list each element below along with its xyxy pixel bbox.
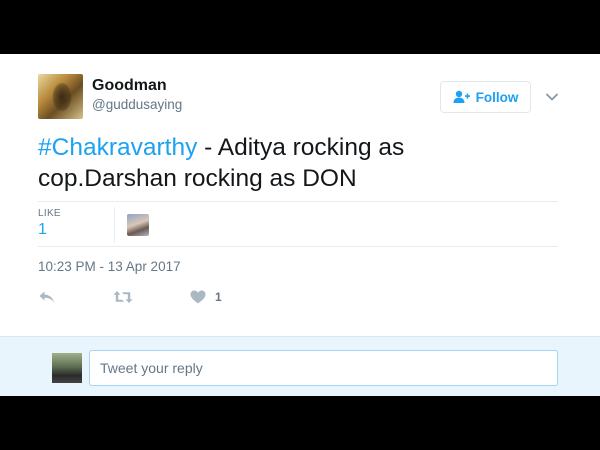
retweet-icon bbox=[113, 290, 133, 304]
screen-name[interactable]: @guddusaying bbox=[92, 97, 182, 112]
tweet-text: #Chakravarthy - Aditya rocking as cop.Da… bbox=[38, 132, 558, 194]
reply-button[interactable] bbox=[38, 287, 56, 307]
heart-icon bbox=[190, 290, 206, 304]
follow-person-plus-icon bbox=[453, 90, 470, 104]
stats-divider bbox=[114, 207, 115, 243]
liker-avatar[interactable] bbox=[127, 214, 149, 236]
reply-bar bbox=[0, 336, 600, 396]
like-count: 1 bbox=[215, 290, 222, 304]
tweet-text-line2: cop.Darshan rocking as DON bbox=[38, 165, 357, 192]
reply-arrow-icon bbox=[38, 290, 56, 304]
follow-button[interactable]: Follow bbox=[440, 81, 531, 113]
chevron-down-icon[interactable] bbox=[545, 89, 559, 101]
tweet-card: Goodman @guddusaying Follow #Chakravarth… bbox=[0, 54, 600, 396]
retweet-button[interactable] bbox=[113, 287, 133, 307]
likes-stat[interactable]: LIKE 1 bbox=[38, 208, 114, 242]
follow-button-label: Follow bbox=[475, 89, 519, 105]
likes-label: LIKE bbox=[38, 208, 61, 219]
current-user-avatar bbox=[52, 353, 82, 383]
like-button[interactable]: 1 bbox=[190, 287, 222, 307]
tweet-stats: LIKE 1 bbox=[38, 201, 558, 247]
tweet-text-line1: - Aditya rocking as bbox=[197, 134, 405, 161]
user-avatar[interactable] bbox=[38, 74, 83, 119]
likes-count: 1 bbox=[38, 221, 47, 238]
hashtag-link[interactable]: #Chakravarthy bbox=[38, 134, 197, 161]
display-name[interactable]: Goodman bbox=[92, 77, 167, 95]
timestamp[interactable]: 10:23 PM - 13 Apr 2017 bbox=[38, 259, 181, 274]
reply-input[interactable] bbox=[89, 350, 558, 386]
